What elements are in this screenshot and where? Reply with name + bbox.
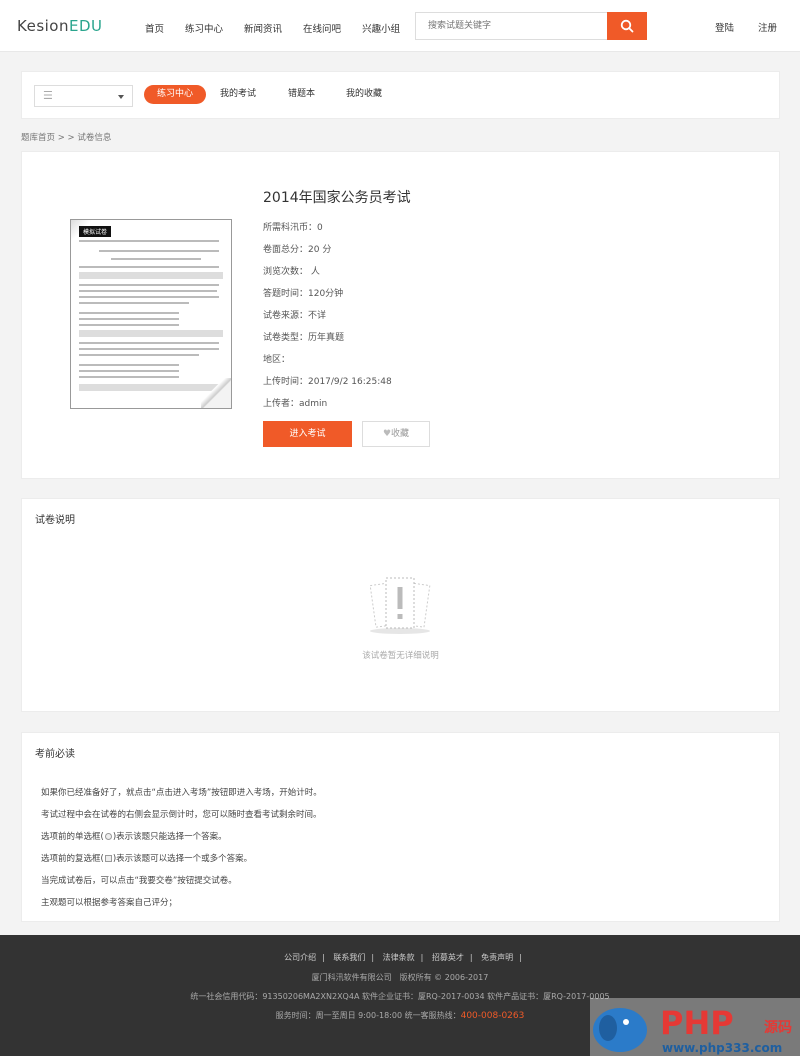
category-dropdown[interactable]: ☰ bbox=[34, 85, 133, 107]
service-hours: 服务时间：周一至周日 9:00-18:00 统一客服热线： bbox=[275, 1011, 461, 1020]
search-box bbox=[415, 12, 647, 40]
checkbox-icon bbox=[104, 855, 112, 862]
nav-home[interactable]: 首页 bbox=[145, 21, 164, 35]
footer-link-jobs[interactable]: 招募英才 bbox=[432, 953, 464, 962]
thumb-line bbox=[79, 290, 217, 292]
meta-type: 试卷类型：历年真题 bbox=[263, 333, 345, 343]
meta-total-score: 卷面总分：20 分 bbox=[263, 245, 332, 255]
thumb-line bbox=[79, 312, 179, 314]
tab-my-favorites[interactable]: 我的收藏 bbox=[346, 85, 382, 104]
thumb-line bbox=[79, 302, 189, 304]
php333-watermark: PHP 源码 www.php333.com bbox=[590, 998, 800, 1056]
enter-exam-button[interactable]: 进入考试 bbox=[263, 421, 352, 447]
thumb-line bbox=[79, 324, 179, 326]
login-link[interactable]: 登陆 bbox=[715, 20, 734, 34]
note-item: 如果你已经准备好了，就点击“点击进入考场”按钮即进入考场，开始计时。 bbox=[41, 788, 322, 798]
note-item: 主观题可以根据参考答案自己评分； bbox=[41, 898, 178, 908]
watermark-url: www.php333.com bbox=[662, 1041, 782, 1055]
tab-practice-center[interactable]: 练习中心 bbox=[144, 85, 207, 104]
thumb-flag: 模拟试卷 bbox=[79, 226, 112, 237]
note-item: 选项前的单选框( )表示该题只能选择一个答案。 bbox=[41, 830, 227, 842]
thumb-line bbox=[99, 250, 219, 252]
exam-paper-thumbnail: 模拟试卷 bbox=[70, 219, 232, 409]
note-item: 当完成试卷后，可以点击“我要交卷”按钮提交试卷。 bbox=[41, 876, 237, 886]
footer-company: 厦门科汛软件有限公司 版权所有 © 2006-2017 bbox=[311, 973, 489, 982]
search-button[interactable] bbox=[607, 12, 647, 40]
exam-description-panel: 试卷说明 该试卷暂无详细说明 bbox=[21, 498, 780, 712]
thumb-line bbox=[79, 318, 179, 320]
note-text: )表示该题只能选择一个答案。 bbox=[112, 832, 227, 842]
thumb-line bbox=[79, 342, 219, 344]
meta-duration: 答题时间：120分钟 bbox=[263, 289, 344, 299]
main-nav: 首页 练习中心 新闻资讯 在线问吧 兴趣小组 bbox=[145, 21, 421, 35]
search-icon bbox=[620, 19, 634, 33]
hotline-number: 400-008-0263 bbox=[460, 1011, 525, 1021]
footer-link-contact[interactable]: 联系我们 bbox=[333, 953, 365, 962]
note-item: 考试过程中会在试卷的右侧会显示倒计时，您可以随时查看考试剩余时间。 bbox=[41, 810, 322, 820]
footer-link-about[interactable]: 公司介绍 bbox=[284, 953, 316, 962]
footer-link-legal[interactable]: 法律条款 bbox=[383, 953, 415, 962]
thumb-line bbox=[79, 376, 179, 378]
favorite-label: 收藏 bbox=[391, 429, 410, 439]
empty-message: 该试卷暂无详细说明 bbox=[362, 651, 439, 661]
menu-icon: ☰ bbox=[43, 89, 53, 102]
meta-uploader: 上传者：admin bbox=[263, 399, 328, 409]
favorite-button[interactable]: ♥收藏 bbox=[362, 421, 430, 447]
empty-warning-icon bbox=[369, 577, 431, 634]
logo-text: Kesion bbox=[17, 17, 69, 35]
nav-practice[interactable]: 练习中心 bbox=[185, 21, 223, 35]
note-text: )表示该题可以选择一个或多个答案。 bbox=[112, 854, 253, 864]
page-curl-bottom bbox=[201, 378, 231, 408]
note-text: 选项前的单选框( bbox=[41, 832, 104, 842]
nav-groups[interactable]: 兴趣小组 bbox=[362, 21, 400, 35]
breadcrumb[interactable]: 题库首页 > > 试卷信息 bbox=[21, 131, 111, 143]
watermark-brand: PHP bbox=[660, 1004, 734, 1042]
register-link[interactable]: 注册 bbox=[758, 20, 777, 34]
description-title: 试卷说明 bbox=[35, 515, 75, 526]
meta-views: 浏览次数： 人 bbox=[263, 267, 320, 277]
tab-wrong-questions[interactable]: 错题本 bbox=[288, 85, 315, 104]
thumb-line bbox=[79, 266, 219, 268]
thumb-line bbox=[79, 296, 219, 298]
chevron-down-icon bbox=[118, 95, 124, 99]
note-text: 选项前的复选框( bbox=[41, 854, 104, 864]
footer-links: 公司介绍 | 联系我们 | 法律条款 | 招募英才 | 免责声明 | bbox=[284, 953, 522, 962]
search-input[interactable] bbox=[416, 13, 608, 39]
thumb-line bbox=[79, 354, 199, 356]
site-logo[interactable]: KesionEDU bbox=[17, 17, 103, 35]
thumb-line bbox=[79, 240, 219, 242]
thumb-line bbox=[79, 370, 179, 372]
meta-upload-time: 上传时间：2017/9/2 16:25:48 bbox=[263, 377, 392, 387]
heart-icon: ♥ bbox=[382, 429, 392, 439]
watermark-tag: 源码 bbox=[764, 1019, 792, 1036]
notes-title: 考前必读 bbox=[35, 749, 75, 760]
exam-title: 2014年国家公务员考试 bbox=[263, 190, 411, 206]
meta-region: 地区： bbox=[263, 355, 291, 365]
exam-info-panel: 模拟试卷 2014年国家公务员考试 所需科汛币：0 卷面总分：20 分 浏览次数… bbox=[21, 151, 780, 479]
top-header: KesionEDU 首页 练习中心 新闻资讯 在线问吧 兴趣小组 登陆 注册 bbox=[0, 0, 800, 52]
meta-source: 试卷来源：不详 bbox=[263, 311, 327, 321]
thumb-line bbox=[79, 364, 179, 366]
logo-accent-text: EDU bbox=[68, 17, 103, 35]
thumb-bar bbox=[79, 330, 223, 337]
note-item: 选项前的复选框( )表示该题可以选择一个或多个答案。 bbox=[41, 852, 252, 864]
thumb-line bbox=[79, 348, 219, 350]
exam-notes-panel: 考前必读 如果你已经准备好了，就点击“点击进入考场”按钮即进入考场，开始计时。 … bbox=[21, 732, 780, 922]
thumb-bar bbox=[79, 272, 223, 279]
tab-my-exams[interactable]: 我的考试 bbox=[220, 85, 256, 104]
sub-nav-bar: ☰ 练习中心 我的考试 错题本 我的收藏 bbox=[21, 71, 780, 119]
nav-ask[interactable]: 在线问吧 bbox=[303, 21, 341, 35]
meta-coins: 所需科汛币：0 bbox=[263, 223, 323, 233]
radio-icon bbox=[104, 833, 112, 840]
footer-link-disclaimer[interactable]: 免责声明 bbox=[481, 953, 513, 962]
thumb-line bbox=[111, 258, 201, 260]
nav-news[interactable]: 新闻资讯 bbox=[244, 21, 282, 35]
thumb-line bbox=[79, 284, 219, 286]
